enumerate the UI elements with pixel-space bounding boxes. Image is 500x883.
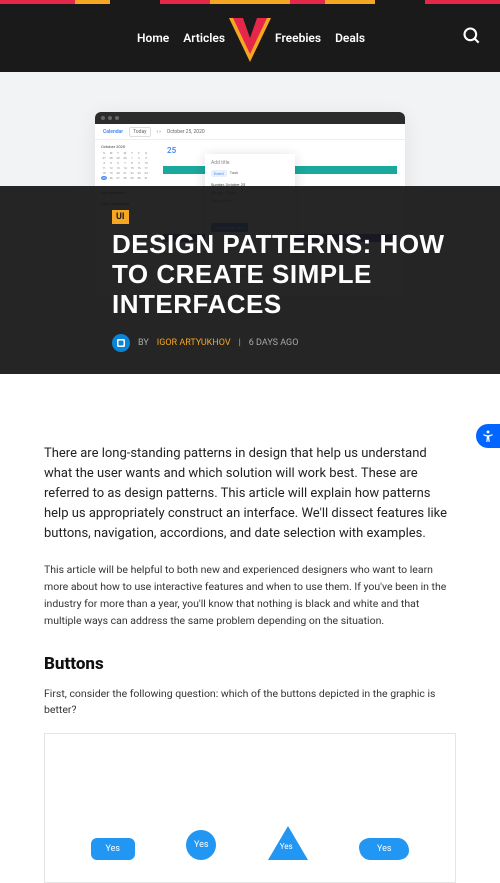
popup-title: Add title xyxy=(211,160,289,166)
buttons-intro: First, consider the following question: … xyxy=(44,686,456,720)
browser-chrome xyxy=(95,112,405,124)
category-badge[interactable]: UI xyxy=(112,210,129,224)
by-prefix: BY xyxy=(138,338,149,348)
nav-home[interactable]: Home xyxy=(137,31,169,45)
accessibility-button[interactable] xyxy=(476,424,500,448)
author-avatar[interactable] xyxy=(112,334,130,352)
hero-section: Calendar Today ‹ › October 25, 2020 Octo… xyxy=(0,72,500,374)
cal-app-label: Calendar xyxy=(103,129,123,135)
cal-month-header: October 2020 xyxy=(101,144,157,149)
example-button-rounded: Yes xyxy=(91,838,135,860)
article-title: DESIGN PATTERNS: HOW TO CREATE SIMPLE IN… xyxy=(112,230,472,320)
popup-task-tab: Task xyxy=(230,170,238,177)
example-button-triangle: Yes xyxy=(268,826,308,860)
article-sub: This article will be helpful to both new… xyxy=(44,562,456,629)
cal-day-number: 25 xyxy=(167,146,176,155)
byline-separator: | xyxy=(239,338,241,348)
article-lede: There are long-standing patterns in desi… xyxy=(44,444,456,545)
example-button-cloud: Yes xyxy=(359,838,409,860)
nav-left: Home Articles xyxy=(18,31,225,45)
nav-articles[interactable]: Articles xyxy=(183,31,225,45)
buttons-example-figure: Yes Yes Yes Yes xyxy=(44,733,456,883)
article-content: There are long-standing patterns in desi… xyxy=(0,374,500,883)
search-icon[interactable] xyxy=(462,31,482,50)
publish-date: 6 DAYS AGO xyxy=(249,338,299,348)
author-link[interactable]: IGOR ARTYUKHOV xyxy=(157,338,231,348)
site-header: Home Articles Freebies Deals xyxy=(0,4,500,72)
cal-today-btn: Today xyxy=(129,127,150,137)
nav-freebies[interactable]: Freebies xyxy=(275,31,321,45)
section-heading-buttons: Buttons xyxy=(44,654,456,674)
popup-event-tab: Event xyxy=(211,170,227,177)
cal-date: October 25, 2020 xyxy=(167,129,205,135)
nav-deals[interactable]: Deals xyxy=(335,31,365,45)
mini-calendar: SMTWTFS 27282930123 45678910 11121314151… xyxy=(101,151,157,180)
site-logo[interactable] xyxy=(223,12,277,70)
article-title-overlay: UI DESIGN PATTERNS: HOW TO CREATE SIMPLE… xyxy=(0,186,500,374)
byline: BY IGOR ARTYUKHOV | 6 DAYS AGO xyxy=(112,334,472,352)
example-button-circle: Yes xyxy=(186,830,216,860)
